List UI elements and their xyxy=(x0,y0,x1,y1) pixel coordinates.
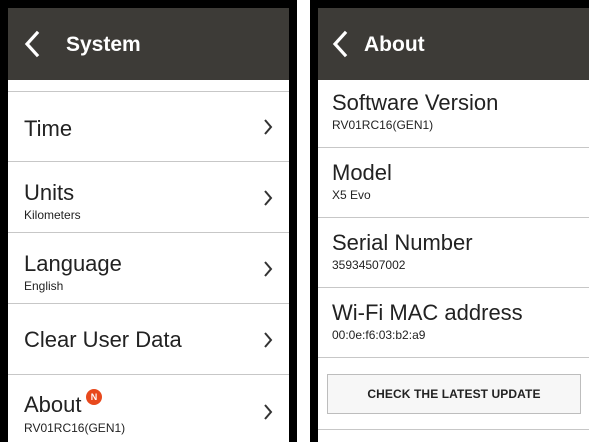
item-value: RV01RC16(GEN1) xyxy=(24,421,126,435)
screenshot-canvas: System Time Units Kilometers Language En… xyxy=(0,0,589,442)
page-title: System xyxy=(66,33,141,56)
system-settings-list: Time Units Kilometers Language English C… xyxy=(8,80,289,442)
system-screen: System Time Units Kilometers Language En… xyxy=(0,0,297,442)
item-value: 35934507002 xyxy=(332,258,406,272)
item-label: Time xyxy=(24,116,73,141)
list-item-language[interactable]: Language English xyxy=(8,233,289,304)
page-title: About xyxy=(364,33,425,56)
chevron-right-icon xyxy=(264,190,273,206)
about-screen: About Software Version RV01RC16(GEN1) Mo… xyxy=(310,0,589,442)
new-badge-icon: N xyxy=(86,389,102,405)
item-value: 00:0e:f6:03:b2:a9 xyxy=(332,328,426,342)
about-screen-content: About Software Version RV01RC16(GEN1) Mo… xyxy=(318,8,589,442)
item-value: X5 Evo xyxy=(332,188,371,202)
list-item-about[interactable]: About N RV01RC16(GEN1) xyxy=(8,375,289,442)
about-header: About xyxy=(318,8,589,80)
item-label: Model xyxy=(332,160,392,185)
info-item-serial-number: Serial Number 35934507002 xyxy=(318,218,589,288)
about-info-list: Software Version RV01RC16(GEN1) Model X5… xyxy=(318,80,589,358)
list-item-time[interactable]: Time xyxy=(8,92,289,162)
item-value: English xyxy=(24,279,64,293)
system-screen-content: System Time Units Kilometers Language En… xyxy=(8,8,289,442)
item-value: Kilometers xyxy=(24,208,81,222)
item-label: About xyxy=(24,392,82,417)
chevron-right-icon xyxy=(264,404,273,420)
item-label: Clear User Data xyxy=(24,327,182,352)
check-update-button[interactable]: CHECK THE LATEST UPDATE xyxy=(327,374,581,414)
chevron-right-icon xyxy=(264,119,273,135)
item-label: Serial Number xyxy=(332,230,473,255)
item-label: Language xyxy=(24,251,122,276)
list-item-clear-user-data[interactable]: Clear User Data xyxy=(8,304,289,375)
list-spacer xyxy=(8,80,289,92)
back-chevron-icon[interactable] xyxy=(22,30,42,58)
list-item-units[interactable]: Units Kilometers xyxy=(8,162,289,233)
bottom-divider xyxy=(318,429,589,430)
system-header: System xyxy=(8,8,289,80)
item-label: Software Version xyxy=(332,90,499,115)
info-item-wifi-mac: Wi-Fi MAC address 00:0e:f6:03:b2:a9 xyxy=(318,288,589,358)
info-item-model: Model X5 Evo xyxy=(318,148,589,218)
item-label: Wi-Fi MAC address xyxy=(332,300,523,325)
info-item-software-version: Software Version RV01RC16(GEN1) xyxy=(318,80,589,148)
chevron-right-icon xyxy=(264,261,273,277)
chevron-right-icon xyxy=(264,332,273,348)
back-chevron-icon[interactable] xyxy=(330,30,350,58)
item-value: RV01RC16(GEN1) xyxy=(332,118,434,132)
item-label: Units xyxy=(24,180,75,205)
